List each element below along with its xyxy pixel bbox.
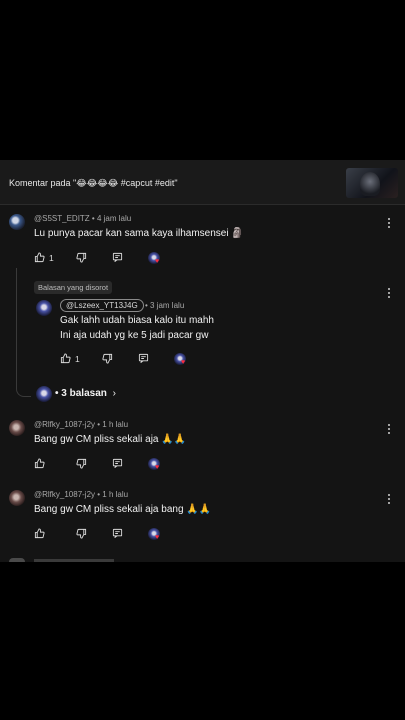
reply-text-line-2: Ini aja udah yg ke 5 jadi pacar gw [60,330,209,341]
like-button[interactable]: 1 [34,252,54,263]
more-vertical-icon[interactable] [385,492,393,506]
avatar [36,386,52,402]
avatar[interactable] [9,490,25,506]
thread-connector [16,268,31,397]
thumbs-up-icon [34,458,45,469]
creator-heart-icon: ♥ [174,353,188,367]
comment-time: • 1 h lalu [97,420,129,429]
comments-panel: Komentar pada "😂😂😂😂 #capcut #edit" @S5ST… [0,160,405,562]
chevron-right-icon: › [112,388,116,399]
comment-handle[interactable]: @S5ST_EDITZ [34,214,90,223]
comment-text: Bang gw CM pliss sekali aja bang 🙏🙏 [34,504,212,515]
replies-count: • 3 balasan [55,388,107,399]
like-button[interactable]: 1 [60,353,80,364]
thumbs-up-icon [34,252,45,263]
more-vertical-icon[interactable] [385,422,393,436]
comment-handle[interactable]: @Rlfky_1087-j2y [34,490,95,499]
comment-time: • 4 jam lalu [91,214,132,223]
dislike-button[interactable] [76,252,87,263]
reply-button[interactable] [112,528,123,539]
thumbs-down-icon [76,252,87,263]
like-button[interactable] [34,528,45,539]
next-comment-avatar-edge [9,558,25,562]
dislike-button[interactable] [102,353,113,364]
view-replies-button[interactable]: • 3 balasan › [55,388,116,399]
like-button[interactable] [34,458,45,469]
thumbs-up-icon [34,528,45,539]
thumbs-up-icon [60,353,71,364]
comment-author[interactable]: @Rlfky_1087-j2y • 1 h lalu [34,490,128,499]
reply-button[interactable] [138,353,149,364]
reply-text-line-1: Gak lahh udah biasa kalo itu mahh [60,315,214,326]
highlighted-reply-label: Balasan yang disorot [34,281,113,294]
reply-time: • 3 jam lalu [145,301,185,310]
comment-time: • 1 h lalu [97,490,129,499]
creator-heart-icon: ♥ [148,252,162,266]
creator-heart-icon: ♥ [148,458,162,472]
comment-handle[interactable]: @Rlfky_1087-j2y [34,420,95,429]
reply-mention[interactable]: @Lszeex_YT13J4G [60,299,144,312]
reply-comment-icon [138,353,149,363]
comments-title: Komentar pada "😂😂😂😂 #capcut #edit" [9,178,178,188]
avatar[interactable] [9,214,25,230]
creator-heart-icon: ♥ [148,528,162,542]
dislike-button[interactable] [76,528,87,539]
more-vertical-icon[interactable] [385,216,393,230]
like-count: 1 [75,353,80,364]
reply-comment-icon [112,252,123,262]
thumbs-down-icon [102,353,113,364]
reply-button[interactable] [112,252,123,263]
comments-header: Komentar pada "😂😂😂😂 #capcut #edit" [0,160,405,205]
avatar[interactable] [9,420,25,436]
like-count: 1 [49,252,54,263]
dislike-button[interactable] [76,458,87,469]
comment-text: Lu punya pacar kan sama kaya ilhamsensei… [34,228,244,239]
thumbs-down-icon [76,458,87,469]
comment-author[interactable]: @Rlfky_1087-j2y • 1 h lalu [34,420,128,429]
thumbs-down-icon [76,528,87,539]
more-vertical-icon[interactable] [385,286,393,300]
video-thumbnail[interactable] [346,168,398,198]
reply-button[interactable] [112,458,123,469]
next-comment-edge [34,559,114,562]
comment-author[interactable]: @S5ST_EDITZ • 4 jam lalu [34,214,131,223]
reply-comment-icon [112,528,123,538]
avatar[interactable] [36,300,52,316]
reply-comment-icon [112,458,123,468]
comment-text: Bang gw CM pliss sekali aja 🙏🙏 [34,434,187,445]
